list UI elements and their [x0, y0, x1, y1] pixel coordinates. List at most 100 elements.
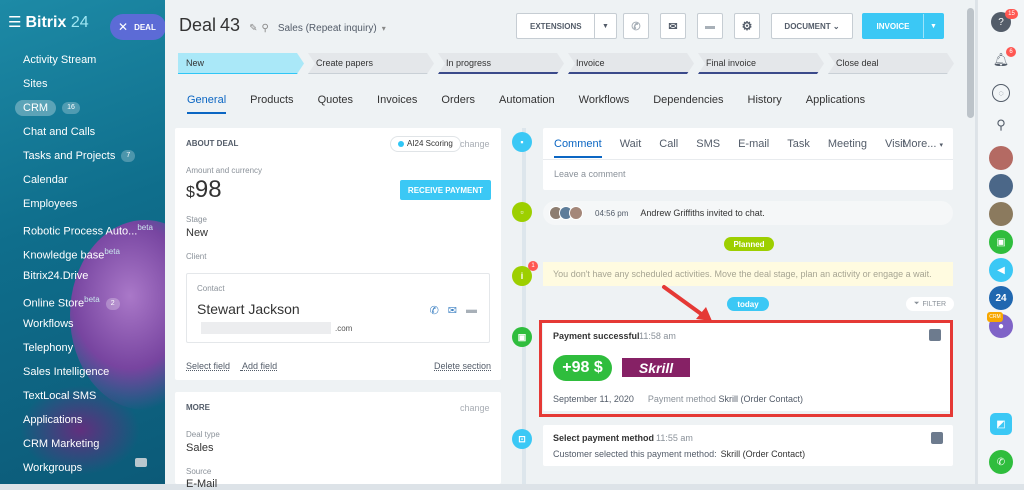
- payment-success-card[interactable]: Payment successful 11:58 am +98 $ Skrill…: [543, 323, 951, 411]
- extensions-button[interactable]: EXTENSIONS ▼: [516, 13, 617, 39]
- bitrix24-icon[interactable]: 24: [989, 286, 1013, 310]
- sidebar-item[interactable]: CRM 16: [0, 96, 165, 120]
- select-method-value: Skrill (Order Contact): [720, 449, 806, 459]
- tab-quotes[interactable]: Quotes: [318, 94, 353, 114]
- brand-number: 24: [70, 14, 89, 31]
- chat-icon[interactable]: ◌: [992, 84, 1010, 102]
- tab-history[interactable]: History: [748, 94, 782, 114]
- contact-name[interactable]: Stewart Jackson: [197, 301, 300, 317]
- sidebar-item[interactable]: Applications: [0, 408, 165, 432]
- chevron-down-icon[interactable]: ▼: [923, 14, 943, 38]
- tab-orders[interactable]: Orders: [441, 94, 475, 114]
- phone-icon[interactable]: ✆: [430, 304, 439, 317]
- tab-applications[interactable]: Applications: [806, 94, 865, 114]
- sidebar-item[interactable]: Tasks and Projects 7: [0, 144, 165, 168]
- sidebar-item[interactable]: CRM Marketing: [0, 432, 165, 456]
- composer-tab[interactable]: Call: [659, 138, 678, 158]
- phone-call-icon[interactable]: ✆: [989, 450, 1013, 474]
- select-field-link[interactable]: Select field: [186, 361, 230, 371]
- wallet-icon: ▣: [512, 327, 532, 347]
- ai-scoring-button[interactable]: AI24 Scoring: [390, 136, 461, 152]
- settings-button[interactable]: ⚙: [734, 13, 760, 39]
- composer-tab[interactable]: Meeting: [828, 138, 867, 158]
- tab-automation[interactable]: Automation: [499, 94, 555, 114]
- stage-step[interactable]: Final invoice: [698, 53, 824, 74]
- document-button[interactable]: DOCUMENT ⌄: [771, 13, 853, 39]
- sidebar-item[interactable]: Telephony: [0, 336, 165, 360]
- sidebar-item[interactable]: Bitrix24.Drive: [0, 264, 165, 288]
- email-button[interactable]: ✉: [660, 13, 686, 39]
- stage-step[interactable]: New: [178, 53, 304, 74]
- filter-button[interactable]: ⏷ FILTER: [906, 297, 954, 311]
- contact-label: Contact: [197, 284, 225, 293]
- sidebar-item-label: Calendar: [23, 174, 68, 186]
- sidebar-item[interactable]: Robotic Process Auto...beta: [0, 216, 165, 240]
- deal-close-button[interactable]: ✕ DEAL: [110, 14, 165, 40]
- brand-name: Bitrix: [25, 14, 67, 31]
- lock-icon[interactable]: ▣: [989, 230, 1013, 254]
- main-scrollbar[interactable]: [966, 0, 975, 484]
- sidebar-item-label: Workflows: [23, 318, 74, 330]
- receive-payment-button[interactable]: RECEIVE PAYMENT: [400, 180, 491, 200]
- sidebar-item[interactable]: Employees: [0, 192, 165, 216]
- chat-bubble-icon: ▫: [512, 202, 532, 222]
- composer-tab[interactable]: Comment: [554, 138, 602, 158]
- chat-button[interactable]: ▬: [697, 13, 723, 39]
- sidebar-item-label: Tasks and Projects: [23, 150, 116, 162]
- tab-invoices[interactable]: Invoices: [377, 94, 417, 114]
- stage-step[interactable]: Create papers: [308, 53, 434, 74]
- sidebar-item[interactable]: TextLocal SMS: [0, 384, 165, 408]
- pipeline-selector[interactable]: Sales (Repeat inquiry): [278, 23, 377, 34]
- composer-tab[interactable]: Wait: [620, 138, 642, 158]
- stage-step[interactable]: Invoice: [568, 53, 694, 74]
- composer-tab[interactable]: Task: [787, 138, 810, 158]
- invoice-button[interactable]: INVOICE ▼: [862, 13, 944, 39]
- printer-icon[interactable]: [135, 458, 147, 467]
- hamburger-icon[interactable]: ☰: [8, 14, 21, 31]
- widget-icon[interactable]: ◩: [990, 413, 1012, 435]
- main-area: Deal 43 ✎ ⚲ Sales (Repeat inquiry) ▾ EXTEN…: [165, 0, 975, 490]
- sidebar-item[interactable]: Chat and Calls: [0, 120, 165, 144]
- avatar[interactable]: [989, 146, 1013, 170]
- edit-pencil-icon[interactable]: ✎: [249, 23, 257, 34]
- avatar[interactable]: [989, 174, 1013, 198]
- change-link[interactable]: change: [460, 139, 490, 149]
- event-text: Andrew Griffiths invited to chat.: [640, 208, 765, 218]
- envelope-icon[interactable]: ✉: [448, 304, 457, 317]
- composer-tab[interactable]: E-mail: [738, 138, 769, 158]
- contact-email[interactable]: .com: [197, 322, 352, 334]
- tab-products[interactable]: Products: [250, 94, 293, 114]
- tab-dependencies[interactable]: Dependencies: [653, 94, 723, 114]
- chat-icon[interactable]: ▬: [466, 304, 477, 317]
- link-icon[interactable]: ⚲: [261, 23, 268, 34]
- chevron-down-icon[interactable]: ▼: [594, 14, 616, 38]
- sidebar-item[interactable]: Calendar: [0, 168, 165, 192]
- tab-workflows[interactable]: Workflows: [579, 94, 630, 114]
- chevron-down-icon: ⌄: [832, 21, 840, 31]
- bitrix-logo[interactable]: ☰ Bitrix 24: [8, 13, 89, 32]
- composer-tab[interactable]: SMS: [696, 138, 720, 158]
- sidebar-item[interactable]: Online Storebeta 2: [0, 288, 165, 312]
- avatar[interactable]: [989, 202, 1013, 226]
- sidebar-item[interactable]: Sites: [0, 72, 165, 96]
- composer-more-menu[interactable]: More... ▾: [902, 138, 943, 150]
- sidebar-item[interactable]: Workflows: [0, 312, 165, 336]
- change-link[interactable]: change: [460, 403, 490, 413]
- sidebar-item[interactable]: Activity Stream: [0, 48, 165, 72]
- stage-step[interactable]: In progress: [438, 53, 564, 74]
- scrollbar-thumb[interactable]: [967, 8, 974, 118]
- search-icon[interactable]: ⚲: [989, 113, 1013, 137]
- sidebar-item[interactable]: Sales Intelligence: [0, 360, 165, 384]
- add-field-link[interactable]: Add field: [242, 361, 277, 371]
- select-method-card[interactable]: Select payment method 11:55 am Customer …: [543, 425, 953, 466]
- phone-button[interactable]: ✆: [623, 13, 649, 39]
- delete-section-link[interactable]: Delete section: [434, 361, 491, 371]
- megaphone-icon[interactable]: ◀: [989, 258, 1013, 282]
- comment-input[interactable]: Leave a comment: [554, 169, 626, 179]
- tab-general[interactable]: General: [187, 94, 227, 114]
- notification-badge: 6: [1006, 47, 1016, 57]
- stage-step[interactable]: Close deal: [828, 53, 954, 74]
- chevron-down-icon[interactable]: ▾: [382, 24, 386, 33]
- sidebar-item[interactable]: Knowledge basebeta: [0, 240, 165, 264]
- payment-title: Payment successful: [553, 331, 640, 341]
